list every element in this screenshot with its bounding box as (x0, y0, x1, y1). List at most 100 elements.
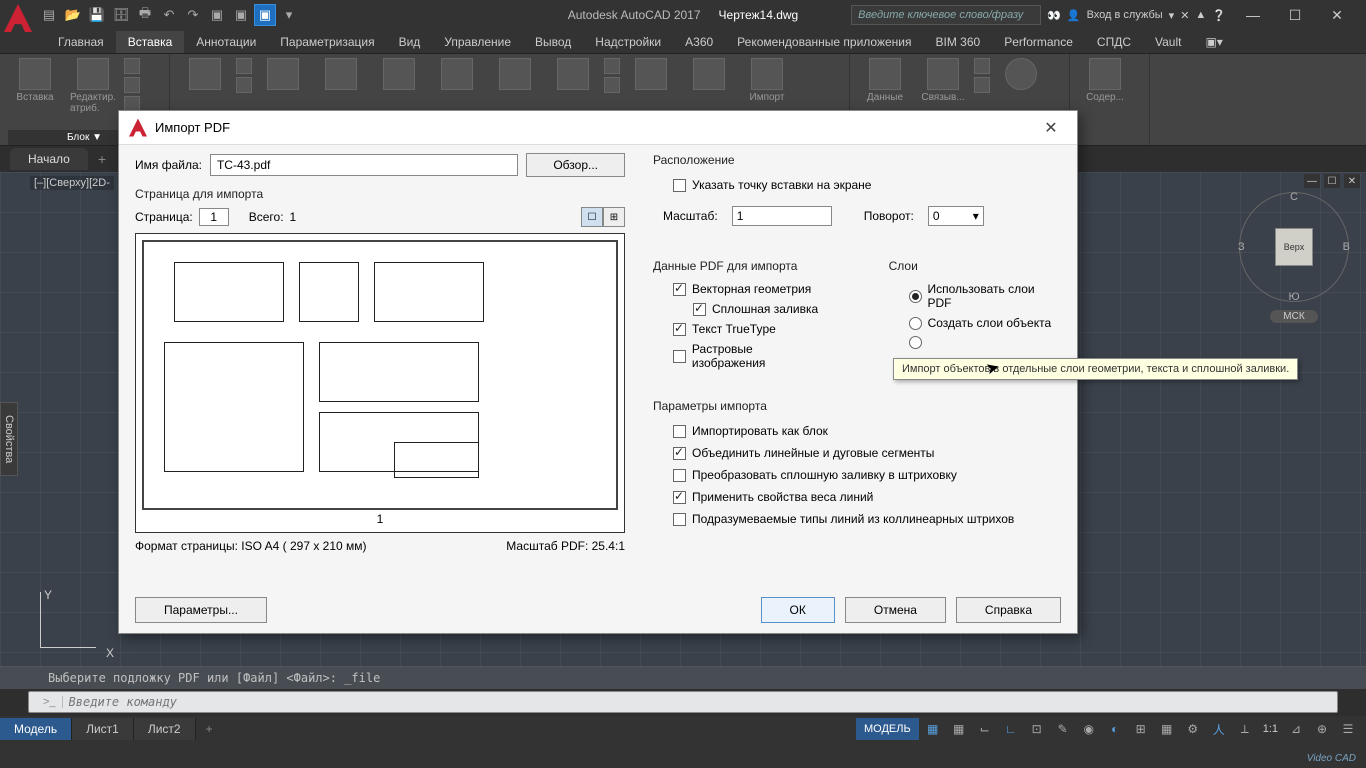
qat-saveas-icon[interactable]: 🗄 (110, 4, 132, 26)
toggle-11[interactable]: ⚙ (1181, 718, 1205, 740)
ribbon-sm-g2[interactable] (604, 77, 620, 93)
small-icon-2[interactable] (124, 77, 140, 93)
workspace-switch[interactable]: ⊕ (1310, 718, 1334, 740)
viewport-maximize[interactable]: ☐ (1324, 174, 1340, 188)
wcs-button[interactable]: МСК (1270, 310, 1318, 323)
tab-a360[interactable]: A360 (673, 31, 725, 53)
link-button[interactable]: Связыв... (916, 58, 970, 103)
infocenter-search-input[interactable]: Введите ключевое слово/фразу (851, 5, 1041, 25)
new-tab-button[interactable]: + (88, 151, 116, 167)
qat-open-icon[interactable]: 📂 (62, 4, 84, 26)
tab-bim360[interactable]: BIM 360 (924, 31, 993, 53)
insert-block-button[interactable]: Вставка (8, 58, 62, 103)
join-segments-checkbox[interactable] (673, 447, 686, 460)
customize-button[interactable]: ☰ (1336, 718, 1360, 740)
infer-linetypes-checkbox[interactable] (673, 513, 686, 526)
modelspace-button[interactable]: МОДЕЛЬ (856, 718, 919, 740)
tab-featured-apps[interactable]: Рекомендованные приложения (725, 31, 923, 53)
start-tab[interactable]: Начало (10, 148, 88, 170)
tab-performance[interactable]: Performance (992, 31, 1085, 53)
qat-extra2-icon[interactable]: ▣ (230, 4, 252, 26)
signin-label[interactable]: Вход в службы (1087, 9, 1163, 21)
dialog-titlebar[interactable]: Импорт PDF ✕ (119, 111, 1077, 145)
page-number-input[interactable] (199, 208, 229, 226)
qat-redo-icon[interactable]: ↷ (182, 4, 204, 26)
location-button[interactable] (994, 58, 1048, 90)
edit-attrib-button[interactable]: Редактир. атриб. (66, 58, 120, 114)
ortho-toggle[interactable]: ∟ (999, 718, 1023, 740)
viewport-minimize[interactable]: — (1304, 174, 1320, 188)
ribbon-btn-e[interactable] (430, 58, 484, 90)
tab-view[interactable]: Вид (387, 31, 433, 53)
ok-button[interactable]: ОК (761, 597, 835, 623)
ribbon-btn-d[interactable] (372, 58, 426, 90)
properties-palette-tab[interactable]: Свойства (0, 402, 18, 476)
window-maximize-button[interactable]: ☐ (1274, 0, 1316, 30)
signin-dropdown-icon[interactable]: ▾ (1169, 9, 1175, 22)
qat-extra1-icon[interactable]: ▣ (206, 4, 228, 26)
link-sm-2[interactable] (974, 77, 990, 93)
ribbon-minimize-icon[interactable]: ▣▾ (1193, 31, 1234, 53)
cancel-button[interactable]: Отмена (845, 597, 946, 623)
toggle-14[interactable]: ⊿ (1284, 718, 1308, 740)
create-object-layers-radio[interactable] (909, 317, 922, 330)
layout-tab-model[interactable]: Модель (0, 718, 72, 740)
tab-addins[interactable]: Надстройки (583, 31, 673, 53)
use-pdf-layers-radio[interactable] (909, 290, 922, 303)
window-minimize-button[interactable]: — (1232, 0, 1274, 30)
dialog-close-button[interactable]: ✕ (1035, 115, 1067, 141)
command-input[interactable] (69, 695, 1329, 709)
lw-toggle[interactable]: ⊞ (1129, 718, 1153, 740)
scale-input[interactable] (732, 206, 832, 226)
tab-output[interactable]: Вывод (523, 31, 583, 53)
data-button[interactable]: Данные (858, 58, 912, 103)
small-icon-1[interactable] (124, 58, 140, 74)
ribbon-sm-a2[interactable] (236, 77, 252, 93)
help-icon[interactable]: ❔ (1212, 9, 1226, 22)
current-layer-radio[interactable] (909, 336, 922, 349)
lineweight-checkbox[interactable] (673, 491, 686, 504)
content-button[interactable]: Содер... (1078, 58, 1132, 103)
qat-print-icon[interactable]: 🖶 (134, 4, 156, 26)
window-close-button[interactable]: ✕ (1316, 0, 1358, 30)
qat-new-icon[interactable]: ▤ (38, 4, 60, 26)
command-input-row[interactable]: >_ (28, 691, 1338, 713)
import-button[interactable]: Импорт (740, 58, 794, 103)
page-preview[interactable]: 1 (135, 233, 625, 533)
grid-view-button[interactable]: ⊞ (603, 207, 625, 227)
layout-tab-sheet1[interactable]: Лист1 (72, 718, 134, 740)
exchange-icon[interactable]: ✕ (1180, 9, 1189, 22)
annotation-scale[interactable]: 1:1 (1259, 723, 1282, 735)
ribbon-sm-a1[interactable] (236, 58, 252, 74)
tab-parametric[interactable]: Параметризация (268, 31, 386, 53)
import-as-block-checkbox[interactable] (673, 425, 686, 438)
ribbon-btn-g[interactable] (546, 58, 600, 90)
toggle-6[interactable]: ✎ (1051, 718, 1075, 740)
raster-images-checkbox[interactable] (673, 350, 686, 363)
solid-fill-checkbox[interactable] (693, 303, 706, 316)
layout-tab-sheet2[interactable]: Лист2 (134, 718, 196, 740)
grid-toggle[interactable]: ▦ (921, 718, 945, 740)
ribbon-btn-c[interactable] (314, 58, 368, 90)
ribbon-btn-f[interactable] (488, 58, 542, 90)
ribbon-btn-b[interactable] (256, 58, 310, 90)
tab-manage[interactable]: Управление (432, 31, 523, 53)
toggle-3[interactable]: ⌙ (973, 718, 997, 740)
ribbon-btn-h[interactable] (624, 58, 678, 90)
single-view-button[interactable]: ☐ (581, 207, 603, 227)
ribbon-btn-i[interactable] (682, 58, 736, 90)
add-layout-button[interactable]: + (196, 718, 223, 740)
help-button[interactable]: Справка (956, 597, 1061, 623)
qat-highlighted-icon[interactable]: ▣ (254, 4, 276, 26)
viewport-label[interactable]: [–][Сверху][2D- (30, 176, 114, 190)
osnap-toggle[interactable]: ◐ (1103, 718, 1127, 740)
rotation-select[interactable]: 0▾ (928, 206, 984, 226)
polar-toggle[interactable]: ⊡ (1025, 718, 1049, 740)
a360-icon[interactable]: ▲ (1195, 9, 1206, 21)
qat-dropdown-icon[interactable]: ▾ (278, 4, 300, 26)
toggle-7[interactable]: ◉ (1077, 718, 1101, 740)
specify-point-checkbox[interactable] (673, 179, 686, 192)
transparency-toggle[interactable]: ▦ (1155, 718, 1179, 740)
filename-input[interactable] (210, 154, 518, 176)
parameters-button[interactable]: Параметры... (135, 597, 267, 623)
